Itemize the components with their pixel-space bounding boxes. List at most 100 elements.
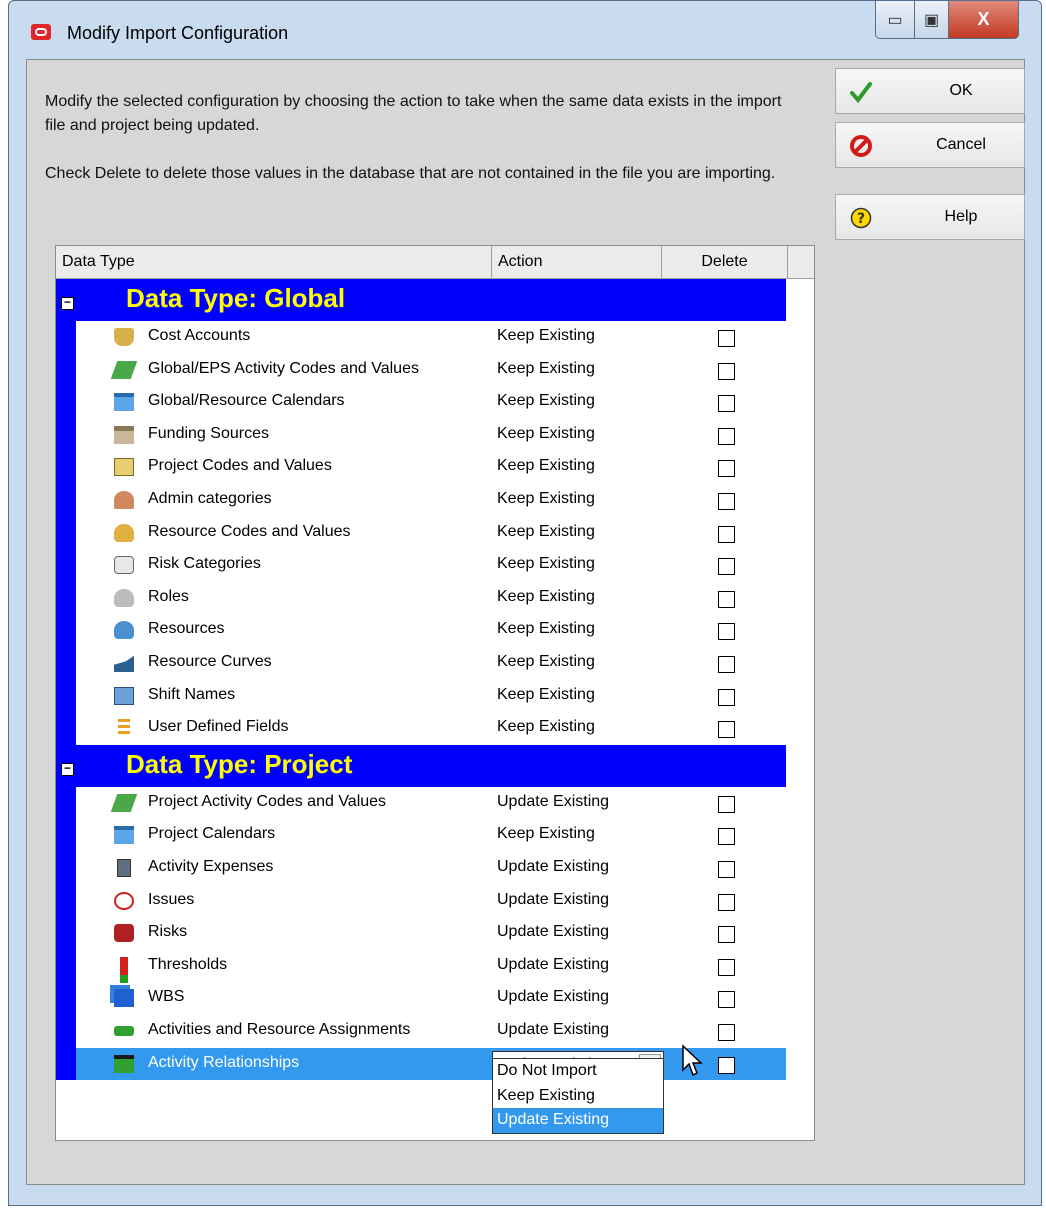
- delete-checkbox[interactable]: [718, 828, 735, 846]
- table-row[interactable]: Thresholds Update Existing: [76, 950, 786, 983]
- group-header[interactable]: − Data Type: Project: [56, 744, 786, 787]
- delete-checkbox[interactable]: [718, 623, 735, 641]
- row-label: Project Activity Codes and Values: [148, 792, 387, 810]
- table-row[interactable]: Project Calendars Keep Existing: [76, 819, 786, 852]
- row-action[interactable]: Keep Existing: [497, 523, 595, 541]
- group-header[interactable]: − Data Type: Global: [56, 279, 786, 321]
- funding-icon: [114, 425, 134, 444]
- row-action[interactable]: Update Existing: [497, 1021, 609, 1039]
- table-row[interactable]: WBS Update Existing: [76, 982, 786, 1015]
- delete-checkbox[interactable]: [718, 460, 735, 478]
- table-row[interactable]: Admin categories Keep Existing: [76, 484, 786, 517]
- dropdown-option[interactable]: Do Not Import: [493, 1059, 663, 1084]
- delete-checkbox[interactable]: [718, 958, 735, 976]
- maximize-button[interactable]: ▣: [915, 1, 949, 39]
- instruction-text-2: Check Delete to delete those values in t…: [45, 165, 776, 182]
- instruction-text-1: Modify the selected configuration by cho…: [45, 93, 782, 134]
- row-action[interactable]: Keep Existing: [497, 360, 595, 378]
- maximize-icon: ▣: [923, 11, 940, 29]
- delete-checkbox[interactable]: [718, 656, 735, 673]
- delete-checkbox[interactable]: [718, 926, 735, 944]
- delete-checkbox[interactable]: [718, 795, 735, 813]
- table-row[interactable]: Cost Accounts Keep Existing: [76, 321, 786, 354]
- delete-checkbox[interactable]: [718, 427, 735, 445]
- row-action[interactable]: Keep Existing: [497, 825, 595, 843]
- cancel-button[interactable]: Cancel: [835, 122, 1025, 168]
- ok-button[interactable]: OK: [835, 68, 1025, 114]
- help-button[interactable]: ? Help: [835, 194, 1025, 240]
- cost-accounts-icon: [114, 328, 134, 346]
- issues-icon: [114, 891, 134, 910]
- row-action[interactable]: Keep Existing: [497, 686, 595, 704]
- column-header-data-type[interactable]: Data Type: [56, 246, 492, 279]
- row-action[interactable]: Update Existing: [497, 793, 609, 811]
- delete-checkbox[interactable]: [718, 861, 735, 878]
- delete-checkbox[interactable]: [718, 991, 735, 1009]
- delete-checkbox[interactable]: [718, 893, 735, 911]
- minimize-button[interactable]: ▭: [875, 1, 915, 39]
- table-row[interactable]: Activity RelationshipsUpdate Existing: [76, 1047, 786, 1081]
- collapse-icon[interactable]: −: [61, 762, 74, 776]
- row-action[interactable]: Keep Existing: [497, 588, 595, 606]
- project-codes-icon: [114, 458, 134, 477]
- table-row[interactable]: Global/Resource Calendars Keep Existing: [76, 386, 786, 419]
- table-row[interactable]: Global/EPS Activity Codes and Values Keep…: [76, 354, 786, 387]
- table-row[interactable]: Resources Keep Existing: [76, 614, 786, 647]
- action-dropdown-list[interactable]: Do Not Import Keep Existing Update Existin…: [492, 1058, 664, 1134]
- delete-checkbox[interactable]: [718, 362, 735, 380]
- row-action[interactable]: Keep Existing: [497, 392, 595, 410]
- table-row[interactable]: Resource Curves Keep Existing: [76, 647, 786, 680]
- table-row[interactable]: Risks Update Existing: [76, 917, 786, 950]
- group-title: Data Type: Global: [126, 283, 346, 313]
- expenses-icon: [117, 859, 131, 877]
- delete-checkbox[interactable]: [718, 493, 735, 510]
- table-row[interactable]: Project Codes and Values Keep Existing: [76, 451, 786, 484]
- delete-checkbox[interactable]: [718, 330, 735, 347]
- row-action[interactable]: Update Existing: [497, 923, 609, 941]
- table-row[interactable]: Activity Expenses Update Existing: [76, 852, 786, 885]
- help-label: Help: [944, 208, 978, 225]
- collapse-icon[interactable]: −: [61, 296, 74, 310]
- table-row[interactable]: Project Activity Codes and Values Update …: [76, 787, 786, 820]
- table-row[interactable]: Shift Names Keep Existing: [76, 680, 786, 713]
- delete-checkbox[interactable]: [718, 558, 735, 576]
- row-action[interactable]: Keep Existing: [497, 620, 595, 638]
- close-button[interactable]: X: [949, 1, 1019, 39]
- row-action[interactable]: Update Existing: [497, 956, 609, 974]
- dropdown-option[interactable]: Update Existing: [493, 1108, 663, 1133]
- title-bar[interactable]: Modify Import Configuration ▭ ▣ X: [9, 1, 1041, 59]
- row-action[interactable]: Keep Existing: [497, 425, 595, 443]
- dropdown-option[interactable]: Keep Existing: [493, 1084, 663, 1109]
- row-action[interactable]: Keep Existing: [497, 555, 595, 573]
- table-row[interactable]: Resource Codes and Values Keep Existing: [76, 517, 786, 550]
- column-header-delete[interactable]: Delete: [662, 246, 788, 279]
- delete-checkbox[interactable]: [718, 590, 735, 608]
- delete-checkbox[interactable]: [718, 1056, 735, 1074]
- row-action[interactable]: Update Existing: [497, 858, 609, 876]
- delete-checkbox[interactable]: [718, 525, 735, 543]
- delete-checkbox[interactable]: [718, 1024, 735, 1041]
- row-action[interactable]: Update Existing: [497, 891, 609, 909]
- table-row[interactable]: Activities and Resource Assignments Updat…: [76, 1015, 786, 1048]
- row-action[interactable]: Keep Existing: [497, 653, 595, 671]
- table-row[interactable]: User Defined Fields Keep Existing: [76, 712, 786, 745]
- table-row[interactable]: Issues Update Existing: [76, 885, 786, 918]
- delete-checkbox[interactable]: [718, 721, 735, 739]
- row-action[interactable]: Keep Existing: [497, 457, 595, 475]
- checkmark-icon: [850, 82, 872, 103]
- svg-text:?: ?: [857, 211, 865, 227]
- row-label: Project Calendars: [148, 825, 276, 843]
- column-header-action[interactable]: Action: [492, 246, 662, 279]
- table-row[interactable]: Roles Keep Existing: [76, 582, 786, 615]
- delete-checkbox[interactable]: [718, 395, 735, 413]
- row-action[interactable]: Keep Existing: [497, 718, 595, 736]
- row-action[interactable]: Keep Existing: [497, 490, 595, 508]
- activity-codes-icon: [110, 360, 138, 379]
- row-action[interactable]: Keep Existing: [497, 327, 595, 345]
- table-row[interactable]: Funding Sources Keep Existing: [76, 419, 786, 452]
- thresholds-icon: [120, 956, 128, 975]
- row-action[interactable]: Update Existing: [497, 988, 609, 1006]
- curves-icon: [114, 655, 134, 672]
- delete-checkbox[interactable]: [718, 688, 735, 706]
- table-row[interactable]: Risk Categories Keep Existing: [76, 549, 786, 582]
